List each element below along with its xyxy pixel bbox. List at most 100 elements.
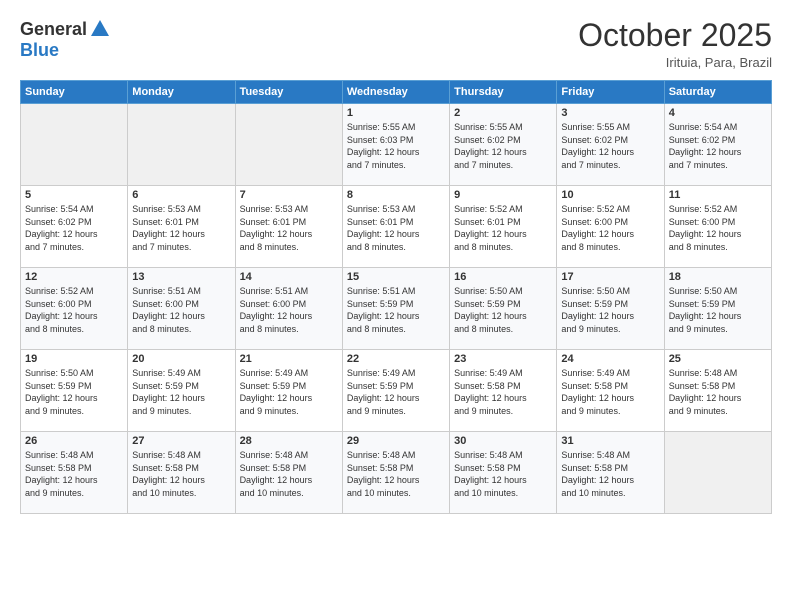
day-number: 29 (347, 435, 445, 447)
calendar-cell: 26 Sunrise: 5:48 AM Sunset: 5:58 PM Dayli… (21, 432, 128, 514)
calendar-cell: 27 Sunrise: 5:48 AM Sunset: 5:58 PM Dayli… (128, 432, 235, 514)
day-info: Sunrise: 5:52 AM Sunset: 6:00 PM Dayligh… (25, 285, 123, 335)
day-number: 28 (240, 435, 338, 447)
calendar-cell: 21Sunrise: 5:49 AM Sunset: 5:59 PM Dayli… (235, 350, 342, 432)
day-number: 18 (669, 271, 767, 283)
day-info: Sunrise: 5:53 AM Sunset: 6:01 PM Dayligh… (240, 203, 338, 253)
col-header-monday: Monday (128, 81, 235, 104)
calendar-cell: 8 Sunrise: 5:53 AM Sunset: 6:01 PM Daylig… (342, 186, 449, 268)
day-number: 26 (25, 435, 123, 447)
calendar-cell: 2 Sunrise: 5:55 AM Sunset: 6:02 PM Daylig… (450, 104, 557, 186)
day-info: Sunrise: 5:49 AM Sunset: 5:58 PM Dayligh… (454, 367, 552, 417)
calendar-cell: 24Sunrise: 5:49 AM Sunset: 5:58 PM Dayli… (557, 350, 664, 432)
day-number: 12 (25, 271, 123, 283)
calendar-cell: 10 Sunrise: 5:52 AM Sunset: 6:00 PM Dayli… (557, 186, 664, 268)
calendar-cell (128, 104, 235, 186)
calendar-cell: 22Sunrise: 5:49 AM Sunset: 5:59 PM Dayli… (342, 350, 449, 432)
calendar-cell: 6Sunrise: 5:53 AM Sunset: 6:01 PM Daylig… (128, 186, 235, 268)
calendar-cell: 18 Sunrise: 5:50 AM Sunset: 5:59 PM Dayli… (664, 268, 771, 350)
page: General Blue October 2025 Irituia, Para,… (0, 0, 792, 612)
day-info: Sunrise: 5:51 AM Sunset: 6:00 PM Dayligh… (240, 285, 338, 335)
day-number: 4 (669, 107, 767, 119)
calendar-cell: 28Sunrise: 5:48 AM Sunset: 5:58 PM Dayli… (235, 432, 342, 514)
calendar-cell: 17 Sunrise: 5:50 AM Sunset: 5:59 PM Dayli… (557, 268, 664, 350)
col-header-sunday: Sunday (21, 81, 128, 104)
calendar-cell: 1 Sunrise: 5:55 AM Sunset: 6:03 PM Daylig… (342, 104, 449, 186)
day-info: Sunrise: 5:55 AM Sunset: 6:02 PM Dayligh… (561, 121, 659, 171)
day-info: Sunrise: 5:48 AM Sunset: 5:58 PM Dayligh… (454, 449, 552, 499)
logo-general-text: General (20, 19, 87, 40)
calendar-cell: 25 Sunrise: 5:48 AM Sunset: 5:58 PM Dayli… (664, 350, 771, 432)
day-info: Sunrise: 5:50 AM Sunset: 5:59 PM Dayligh… (669, 285, 767, 335)
day-number: 27 (132, 435, 230, 447)
day-info: Sunrise: 5:55 AM Sunset: 6:02 PM Dayligh… (454, 121, 552, 171)
calendar-cell (21, 104, 128, 186)
col-header-wednesday: Wednesday (342, 81, 449, 104)
day-info: Sunrise: 5:48 AM Sunset: 5:58 PM Dayligh… (669, 367, 767, 417)
day-number: 15 (347, 271, 445, 283)
day-info: Sunrise: 5:53 AM Sunset: 6:01 PM Dayligh… (347, 203, 445, 253)
day-info: Sunrise: 5:54 AM Sunset: 6:02 PM Dayligh… (669, 121, 767, 171)
day-number: 1 (347, 107, 445, 119)
calendar-cell: 13 Sunrise: 5:51 AM Sunset: 6:00 PM Dayli… (128, 268, 235, 350)
day-number: 3 (561, 107, 659, 119)
day-number: 20 (132, 353, 230, 365)
month-title: October 2025 (578, 18, 772, 53)
day-number: 23 (454, 353, 552, 365)
day-info: Sunrise: 5:52 AM Sunset: 6:01 PM Dayligh… (454, 203, 552, 253)
calendar-week-2: 5 Sunrise: 5:54 AM Sunset: 6:02 PM Daylig… (21, 186, 772, 268)
location-subtitle: Irituia, Para, Brazil (578, 55, 772, 70)
day-info: Sunrise: 5:48 AM Sunset: 5:58 PM Dayligh… (25, 449, 123, 499)
calendar-cell: 20 Sunrise: 5:49 AM Sunset: 5:59 PM Dayli… (128, 350, 235, 432)
calendar-cell: 9 Sunrise: 5:52 AM Sunset: 6:01 PM Daylig… (450, 186, 557, 268)
calendar-header-row: SundayMondayTuesdayWednesdayThursdayFrid… (21, 81, 772, 104)
day-info: Sunrise: 5:48 AM Sunset: 5:58 PM Dayligh… (132, 449, 230, 499)
day-info: Sunrise: 5:50 AM Sunset: 5:59 PM Dayligh… (25, 367, 123, 417)
calendar-cell: 14 Sunrise: 5:51 AM Sunset: 6:00 PM Dayli… (235, 268, 342, 350)
day-number: 10 (561, 189, 659, 201)
day-info: Sunrise: 5:52 AM Sunset: 6:00 PM Dayligh… (561, 203, 659, 253)
day-number: 17 (561, 271, 659, 283)
logo-blue-text: Blue (20, 40, 59, 61)
day-info: Sunrise: 5:55 AM Sunset: 6:03 PM Dayligh… (347, 121, 445, 171)
calendar-cell: 19 Sunrise: 5:50 AM Sunset: 5:59 PM Dayli… (21, 350, 128, 432)
day-number: 14 (240, 271, 338, 283)
title-block: October 2025 Irituia, Para, Brazil (578, 18, 772, 70)
calendar-cell: 3 Sunrise: 5:55 AM Sunset: 6:02 PM Daylig… (557, 104, 664, 186)
day-number: 30 (454, 435, 552, 447)
day-info: Sunrise: 5:50 AM Sunset: 5:59 PM Dayligh… (454, 285, 552, 335)
calendar-week-1: 1 Sunrise: 5:55 AM Sunset: 6:03 PM Daylig… (21, 104, 772, 186)
calendar-cell: 5 Sunrise: 5:54 AM Sunset: 6:02 PM Daylig… (21, 186, 128, 268)
day-number: 7 (240, 189, 338, 201)
col-header-thursday: Thursday (450, 81, 557, 104)
calendar-cell: 4 Sunrise: 5:54 AM Sunset: 6:02 PM Daylig… (664, 104, 771, 186)
day-number: 2 (454, 107, 552, 119)
day-number: 21 (240, 353, 338, 365)
calendar-week-3: 12 Sunrise: 5:52 AM Sunset: 6:00 PM Dayli… (21, 268, 772, 350)
calendar-cell: 23 Sunrise: 5:49 AM Sunset: 5:58 PM Dayli… (450, 350, 557, 432)
calendar-table: SundayMondayTuesdayWednesdayThursdayFrid… (20, 80, 772, 514)
day-number: 16 (454, 271, 552, 283)
calendar-cell: 15Sunrise: 5:51 AM Sunset: 5:59 PM Dayli… (342, 268, 449, 350)
header: General Blue October 2025 Irituia, Para,… (20, 18, 772, 70)
day-info: Sunrise: 5:54 AM Sunset: 6:02 PM Dayligh… (25, 203, 123, 253)
logo-icon (89, 18, 111, 40)
day-number: 25 (669, 353, 767, 365)
day-info: Sunrise: 5:50 AM Sunset: 5:59 PM Dayligh… (561, 285, 659, 335)
day-number: 5 (25, 189, 123, 201)
day-number: 6 (132, 189, 230, 201)
day-number: 8 (347, 189, 445, 201)
day-number: 22 (347, 353, 445, 365)
calendar-cell (235, 104, 342, 186)
day-number: 9 (454, 189, 552, 201)
day-info: Sunrise: 5:49 AM Sunset: 5:59 PM Dayligh… (132, 367, 230, 417)
calendar-cell: 7 Sunrise: 5:53 AM Sunset: 6:01 PM Daylig… (235, 186, 342, 268)
calendar-cell: 11Sunrise: 5:52 AM Sunset: 6:00 PM Dayli… (664, 186, 771, 268)
calendar-cell: 31Sunrise: 5:48 AM Sunset: 5:58 PM Dayli… (557, 432, 664, 514)
day-number: 19 (25, 353, 123, 365)
calendar-cell: 16 Sunrise: 5:50 AM Sunset: 5:59 PM Dayli… (450, 268, 557, 350)
day-number: 31 (561, 435, 659, 447)
day-number: 24 (561, 353, 659, 365)
day-info: Sunrise: 5:51 AM Sunset: 6:00 PM Dayligh… (132, 285, 230, 335)
day-number: 13 (132, 271, 230, 283)
